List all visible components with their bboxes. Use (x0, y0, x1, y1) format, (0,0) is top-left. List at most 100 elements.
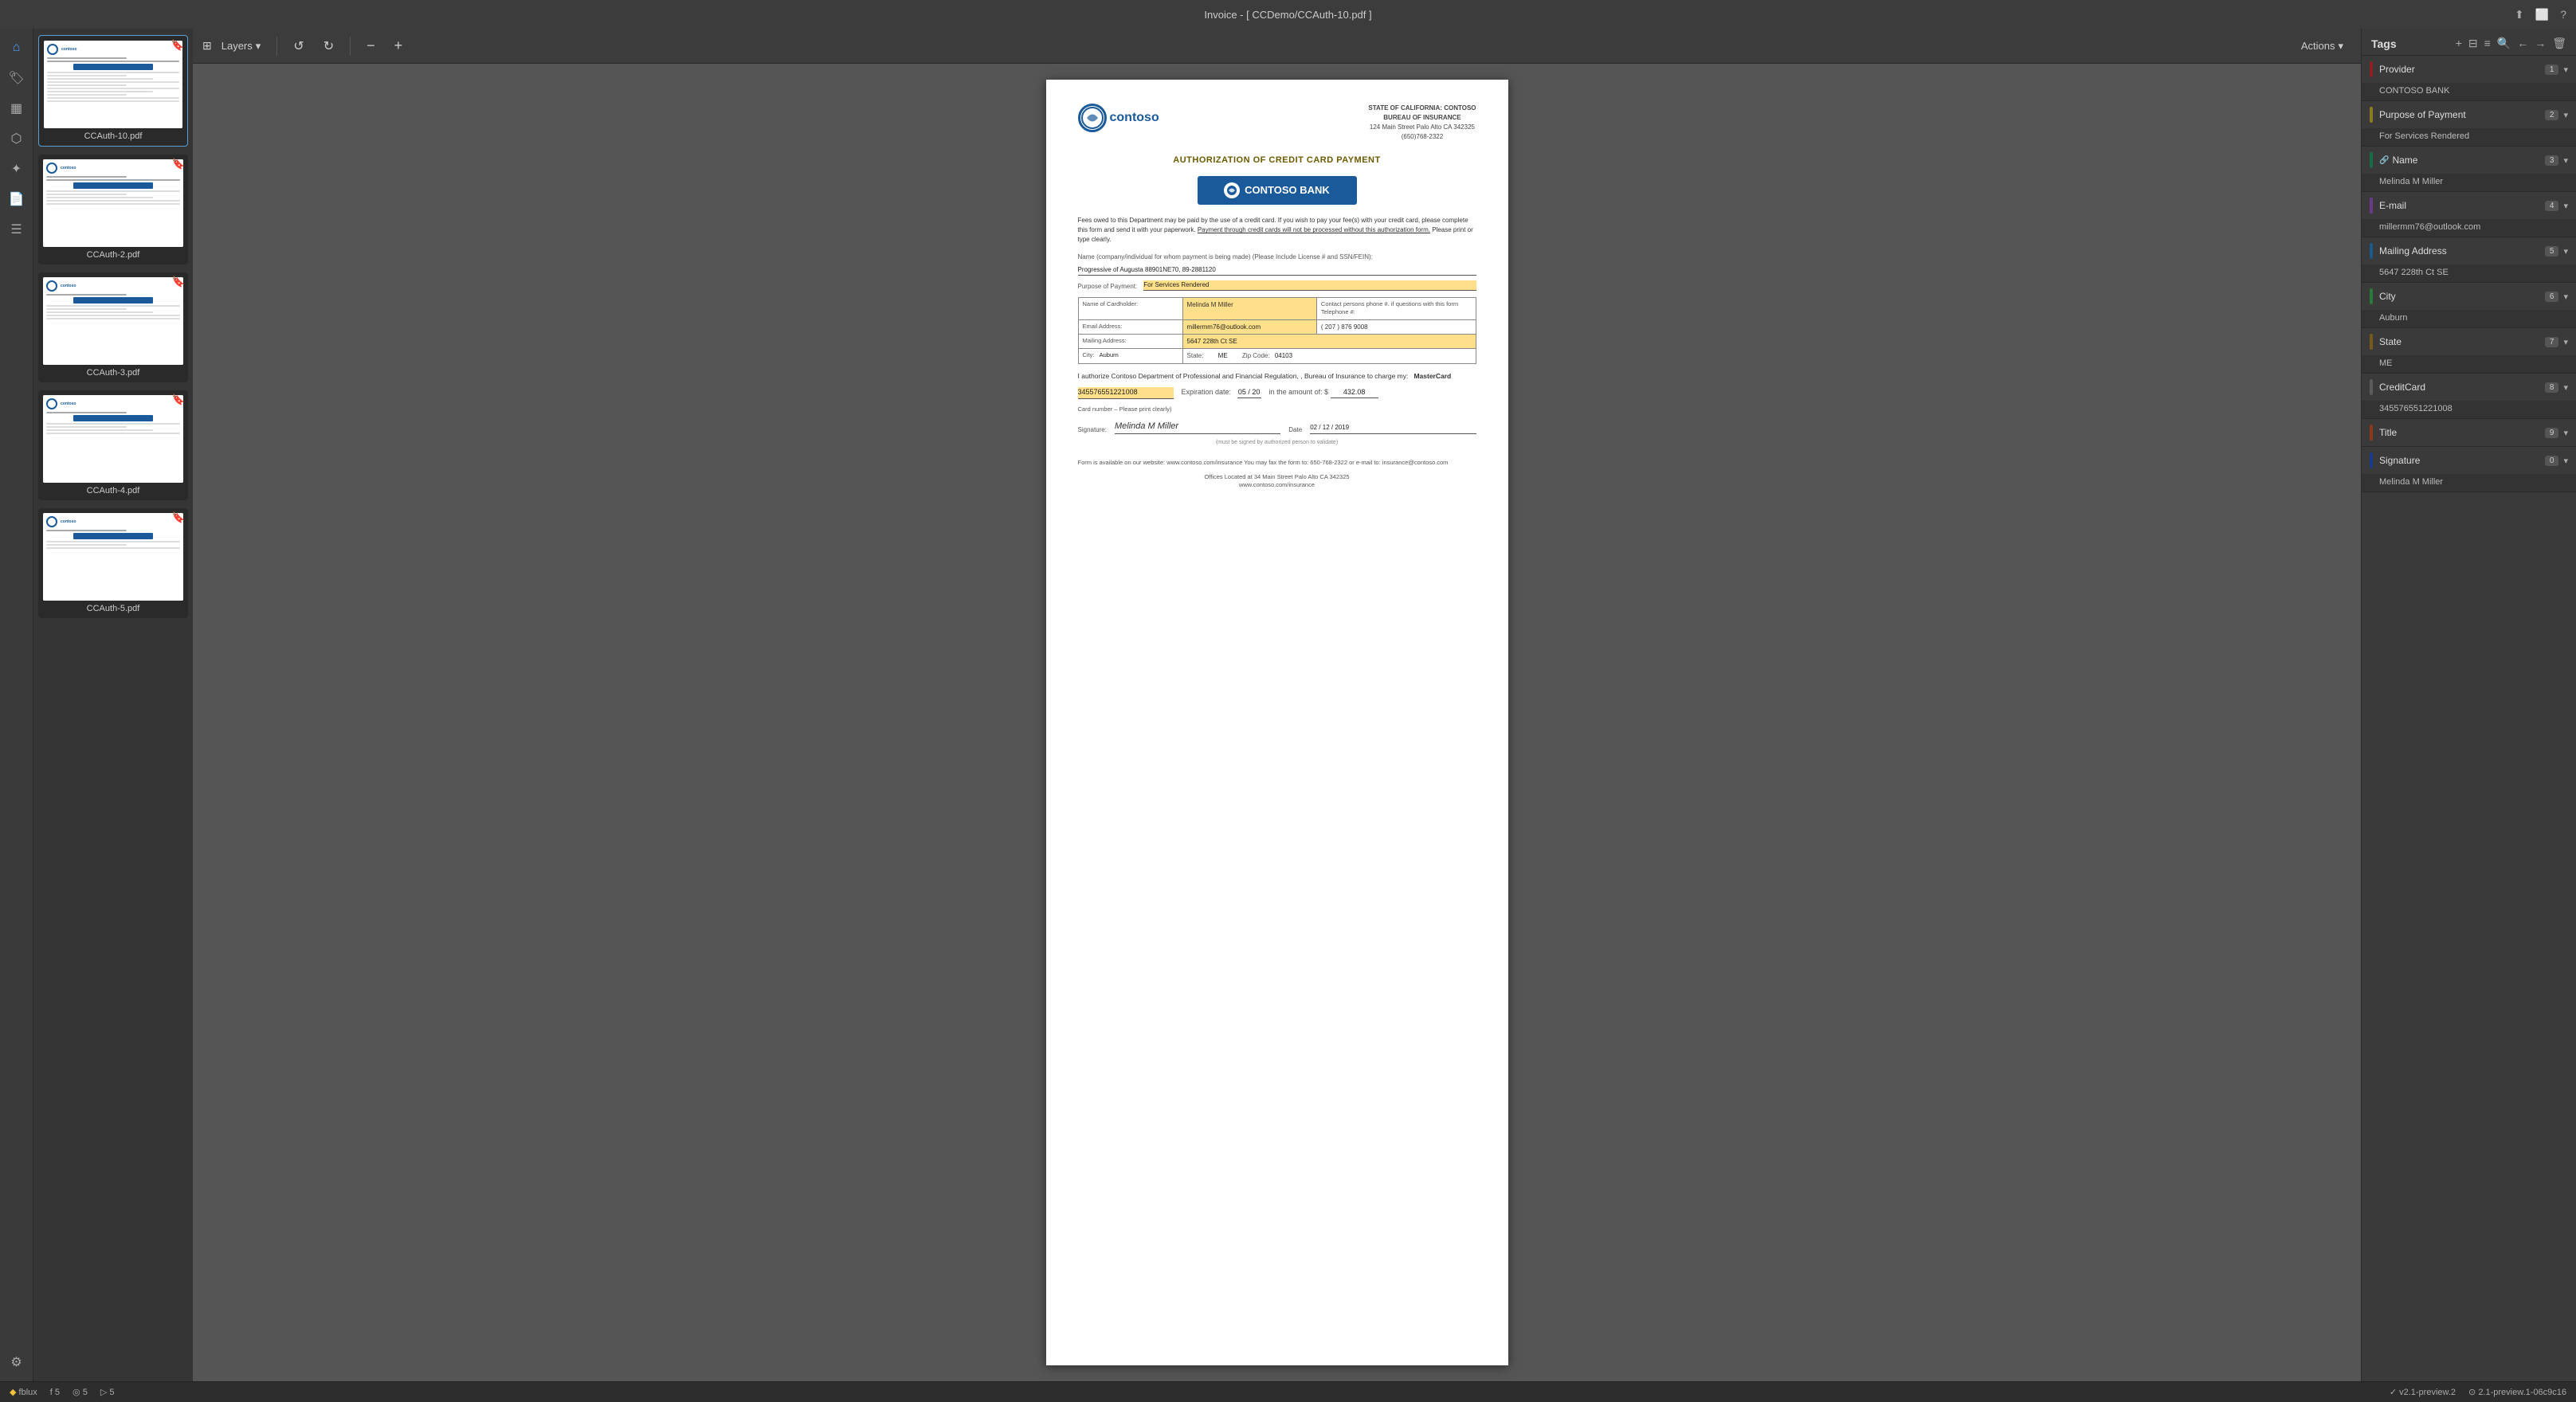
sidebar-left: ⌂ 🏷 ▦ ⬡ ✦ 📄 ☰ ⚙ (0, 29, 33, 1381)
search-tag-icon[interactable]: 🔍 (2497, 37, 2511, 50)
tag-name-city: City (2379, 291, 2545, 302)
thumb-label-ccauth2: CCAuth-2.pdf (43, 250, 183, 260)
toolbar-separator-1 (276, 37, 277, 56)
thumb-img-ccauth2: contoso (43, 159, 183, 247)
thumbnail-ccauth10[interactable]: contoso 🔖 CCAuth-10.pdf (38, 35, 188, 147)
tags-title: Tags (2371, 37, 2397, 50)
tag-expand-purpose[interactable]: ▾ (2563, 110, 2568, 120)
help-icon[interactable]: ? (2560, 8, 2566, 22)
tag-row-provider[interactable]: Provider 1 ▾ (2362, 56, 2576, 83)
tag-item-city: City 6 ▾ Auburn (2362, 283, 2576, 328)
zoom-in-icon: + (394, 37, 403, 54)
cardholder-table: Name of Cardholder: Melinda M Miller Con… (1078, 297, 1476, 364)
layers-button[interactable]: Layers ▾ (215, 37, 268, 56)
sidebar-item-home[interactable]: ⌂ (4, 35, 29, 61)
sidebar-item-layers[interactable]: ▦ (4, 96, 29, 121)
thumbnail-ccauth4[interactable]: contoso 🔖 CCAuth-4.pdf (38, 390, 188, 500)
build-info: ⊙ 2.1-preview.1-06c9c16 (2468, 1387, 2566, 1397)
tag-item-title: Title 9 ▾ (2362, 419, 2576, 447)
sidebar-item-bulb[interactable]: ✦ (4, 156, 29, 182)
tag-row-mailing[interactable]: Mailing Address 5 ▾ (2362, 237, 2576, 264)
tag-link-icon: 🔗 (2379, 156, 2389, 165)
zip-label: Zip Code: (1242, 352, 1270, 359)
zip-value: 04103 (1275, 352, 1292, 359)
sig-field: Melinda M Miller (1115, 421, 1280, 434)
doc-para: Fees owed to this Department may be paid… (1078, 216, 1476, 245)
tag-name-title: Title (2379, 427, 2545, 438)
sidebar-item-tags[interactable]: 🏷 (4, 65, 29, 91)
tag-badge-city: 6 (2545, 292, 2559, 302)
tag-expand-state[interactable]: ▾ (2563, 337, 2568, 347)
tag-item-email: E-mail 4 ▾ millermm76@outlook.com (2362, 192, 2576, 237)
tag-row-creditcard[interactable]: CreditCard 8 ▾ (2362, 374, 2576, 401)
sidebar-item-settings[interactable]: ⚙ (4, 1349, 29, 1375)
state-value: ME (1218, 352, 1228, 359)
tag-row-signature[interactable]: Signature 0 ▾ (2362, 447, 2576, 474)
purpose-field-row: Purpose of Payment: For Services Rendere… (1078, 280, 1476, 291)
tag-expand-email[interactable]: ▾ (2563, 201, 2568, 211)
back-tag-icon[interactable]: ← (2517, 37, 2528, 50)
delete-tag-icon[interactable]: 🗑 (2552, 37, 2566, 50)
version-info: ✓ v2.1-preview.2 (2390, 1387, 2456, 1397)
thumbnail-ccauth2[interactable]: contoso 🔖 CCAuth-2.pdf (38, 155, 188, 264)
sidebar-item-document[interactable]: 📄 (4, 186, 29, 212)
doc-para-link: Payment through credit cards will not be… (1198, 226, 1430, 233)
main-area: ⊞ Layers ▾ ↺ ↻ − + Actions (193, 29, 2361, 1381)
tag-expand-creditcard[interactable]: ▾ (2563, 382, 2568, 393)
actions-button[interactable]: Actions ▾ (2293, 37, 2351, 56)
undo-button[interactable]: ↺ (287, 35, 310, 57)
tag-row-title[interactable]: Title 9 ▾ (2362, 419, 2576, 446)
tag-color-provider (2370, 61, 2373, 77)
list-tag-icon[interactable]: ≡ (2484, 37, 2491, 50)
tag-value-creditcard: 345576551221008 (2362, 401, 2576, 418)
tag-expand-title[interactable]: ▾ (2563, 428, 2568, 438)
thumbnails-panel: contoso 🔖 CCAuth-10.pdf (33, 29, 193, 1381)
thumb-mini-doc-ccauth10: contoso (44, 41, 182, 128)
tag-row-state[interactable]: State 7 ▾ (2362, 328, 2576, 355)
amount-value: 432.08 (1331, 387, 1378, 398)
tablet-icon[interactable]: ⬜ (2535, 8, 2549, 22)
thumbnail-ccauth3[interactable]: contoso 🔖 CCAuth-3.pdf (38, 272, 188, 382)
forward-tag-icon[interactable]: → (2535, 37, 2546, 50)
tag-row-purpose[interactable]: Purpose of Payment 2 ▾ (2362, 101, 2576, 128)
tag-expand-signature[interactable]: ▾ (2563, 456, 2568, 466)
cardholder-label: Name of Cardholder: (1078, 297, 1182, 319)
tag-item-creditcard: CreditCard 8 ▾ 345576551221008 (2362, 374, 2576, 419)
add-tag-icon[interactable]: + (2456, 37, 2462, 50)
card-row: 345576551221008 Expiration date: 05 / 20… (1078, 387, 1476, 399)
zoom-out-button[interactable]: − (360, 34, 382, 57)
tag-value-email: millermm76@outlook.com (2362, 219, 2576, 237)
date-value: 02 / 12 / 2019 (1310, 424, 1349, 431)
doc-viewer[interactable]: contoso STATE OF CALIFORNIA: CONTOSO BUR… (193, 64, 2361, 1381)
mailing-label: Mailing Address: (1078, 335, 1182, 349)
tag-expand-mailing[interactable]: ▾ (2563, 246, 2568, 257)
tag-expand-city[interactable]: ▾ (2563, 292, 2568, 302)
tag-expand-provider[interactable]: ▾ (2563, 65, 2568, 75)
redo-button[interactable]: ↻ (317, 35, 340, 57)
tag-row-city[interactable]: City 6 ▾ (2362, 283, 2576, 310)
share-icon[interactable]: ⬆ (2515, 8, 2524, 22)
tag-color-mailing (2370, 243, 2373, 259)
doc-footer-center: Offices Located at 34 Main Street Palo A… (1078, 473, 1476, 490)
bank-logo-icon (1224, 182, 1240, 198)
tag-row-email[interactable]: E-mail 4 ▾ (2362, 192, 2576, 219)
toolbar-separator-2 (350, 37, 351, 56)
tag-expand-name[interactable]: ▾ (2563, 155, 2568, 166)
thumb-img-ccauth10: contoso (44, 41, 182, 128)
f-count-group: f 5 (50, 1388, 60, 1397)
tag-badge-name: 3 (2545, 155, 2559, 166)
email-label: Email Address: (1078, 319, 1182, 334)
zoom-in-button[interactable]: + (388, 34, 410, 57)
thumbnail-ccauth5[interactable]: contoso 🔖 CCAuth-5.pdf (38, 508, 188, 618)
tag-color-name (2370, 152, 2373, 168)
tag-row-name[interactable]: 🔗 Name 3 ▾ (2362, 147, 2576, 174)
sidebar-item-list[interactable]: ☰ (4, 217, 29, 242)
tags-panel: Tags + ⊟ ≡ 🔍 ← → 🗑 Provider 1 ▾ CON (2361, 29, 2576, 1381)
tag-value-provider: CONTOSO BANK (2362, 83, 2576, 100)
build-icon: ⊙ (2468, 1388, 2476, 1397)
logo-circle (1078, 104, 1107, 132)
sidebar-item-connector[interactable]: ⬡ (4, 126, 29, 151)
thumb-label-ccauth5: CCAuth-5.pdf (43, 604, 183, 613)
state-label: State: (1187, 352, 1204, 359)
filter-tag-icon[interactable]: ⊟ (2468, 37, 2478, 50)
